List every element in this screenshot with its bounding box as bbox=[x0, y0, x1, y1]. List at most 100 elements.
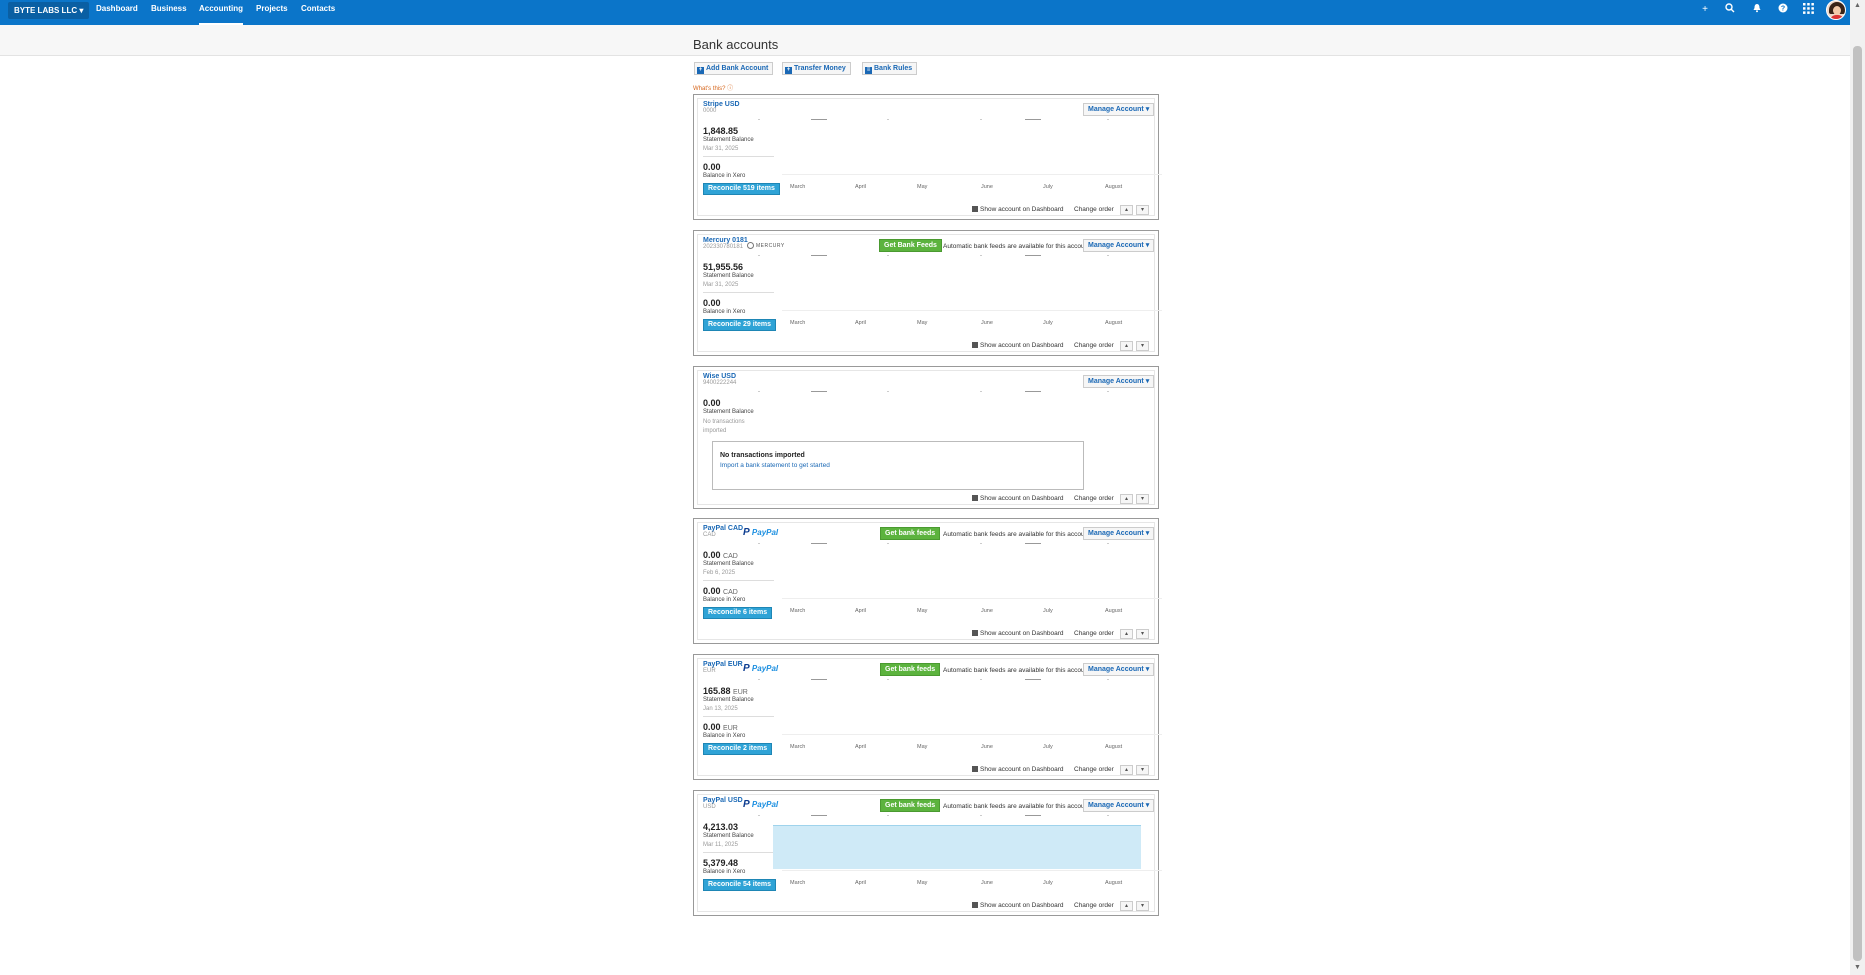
button-label: Manage Account bbox=[1088, 802, 1144, 809]
statement-balance-label: Statement Balance bbox=[703, 697, 754, 703]
button-label: Transfer Money bbox=[794, 65, 846, 72]
move-up-button[interactable]: ▴ bbox=[1120, 341, 1133, 351]
move-down-button[interactable]: ▾ bbox=[1136, 205, 1149, 215]
scroll-down-icon[interactable]: ▼ bbox=[1853, 963, 1862, 972]
manage-account-button[interactable]: Manage Account ▾ bbox=[1083, 527, 1155, 540]
plus-icon: + bbox=[697, 67, 704, 74]
currency-code: CAD bbox=[723, 553, 738, 560]
month-label: April bbox=[855, 744, 867, 750]
get-bank-feeds-button[interactable]: Get bank feeds bbox=[880, 663, 941, 676]
move-up-button[interactable]: ▴ bbox=[1120, 901, 1133, 911]
button-label: Manage Account bbox=[1088, 242, 1144, 249]
bell-icon[interactable] bbox=[1750, 3, 1764, 18]
account-name-link[interactable]: PayPal CAD bbox=[703, 525, 743, 532]
checkbox-checked-icon bbox=[972, 630, 978, 636]
account-number: CAD bbox=[703, 532, 716, 538]
balance-chart bbox=[758, 255, 1162, 311]
xero-balance-amount: 0.00 bbox=[703, 298, 721, 308]
statement-balance-label: Statement Balance bbox=[703, 561, 754, 567]
scrollbar-thumb[interactable] bbox=[1853, 46, 1862, 961]
manage-account-button[interactable]: Manage Account ▾ bbox=[1083, 799, 1155, 812]
account-name-link[interactable]: Wise USD bbox=[703, 373, 736, 380]
checkbox-label: Show account on Dashboard bbox=[980, 766, 1064, 773]
account-name-link[interactable]: Stripe USD bbox=[703, 101, 740, 108]
reconcile-button[interactable]: Reconcile 6 items bbox=[703, 607, 773, 619]
top-nav-bar: BYTE LABS LLC ▾ Dashboard Business Accou… bbox=[0, 0, 1850, 25]
scroll-up-icon[interactable]: ▲ bbox=[1853, 1, 1862, 10]
page-header-band bbox=[0, 25, 1850, 56]
nav-accounting[interactable]: Accounting bbox=[199, 0, 243, 25]
month-label: May bbox=[917, 184, 928, 190]
reconcile-button[interactable]: Reconcile 54 items bbox=[703, 879, 777, 891]
no-transactions-panel: No transactions imported Import a bank s… bbox=[712, 441, 1084, 490]
move-up-button[interactable]: ▴ bbox=[1120, 629, 1133, 639]
move-up-button[interactable]: ▴ bbox=[1120, 765, 1133, 775]
move-up-button[interactable]: ▴ bbox=[1120, 494, 1133, 504]
balance-area-fill bbox=[773, 825, 1141, 869]
month-label: May bbox=[917, 608, 928, 614]
month-label: July bbox=[1043, 320, 1053, 326]
search-icon[interactable] bbox=[1723, 3, 1737, 18]
mercury-mark-icon bbox=[747, 242, 754, 249]
organisation-switcher[interactable]: BYTE LABS LLC ▾ bbox=[8, 2, 90, 19]
bank-logo-text: PayPal bbox=[751, 528, 779, 537]
page-scrollbar[interactable]: ▲ ▼ bbox=[1850, 0, 1865, 975]
amount-value: 165.88 bbox=[703, 686, 731, 696]
mercury-logo: MERCURY bbox=[747, 242, 785, 249]
change-order-label: Change order bbox=[1074, 630, 1114, 637]
plus-icon: ≡ bbox=[865, 67, 872, 74]
show-on-dashboard-checkbox[interactable]: Show account on Dashboard bbox=[972, 902, 1063, 909]
apps-grid-icon[interactable] bbox=[1801, 3, 1815, 19]
avatar[interactable] bbox=[1826, 0, 1846, 20]
move-down-button[interactable]: ▾ bbox=[1136, 901, 1149, 911]
add-bank-account-button[interactable]: + Add Bank Account bbox=[694, 62, 774, 75]
show-on-dashboard-checkbox[interactable]: Show account on Dashboard bbox=[972, 206, 1063, 213]
move-down-button[interactable]: ▾ bbox=[1136, 629, 1149, 639]
move-down-button[interactable]: ▾ bbox=[1136, 341, 1149, 351]
transfer-money-button[interactable]: + Transfer Money bbox=[782, 62, 851, 75]
checkbox-checked-icon bbox=[972, 342, 978, 348]
import-statement-link[interactable]: Import a bank statement to get started bbox=[720, 462, 830, 469]
show-on-dashboard-checkbox[interactable]: Show account on Dashboard bbox=[972, 342, 1063, 349]
divider bbox=[703, 716, 774, 717]
nav-projects[interactable]: Projects bbox=[256, 0, 288, 25]
bank-feeds-note: Automatic bank feeds are available for t… bbox=[943, 243, 1091, 250]
move-down-button[interactable]: ▾ bbox=[1136, 494, 1149, 504]
change-order-label: Change order bbox=[1074, 766, 1114, 773]
account-name-link[interactable]: PayPal EUR bbox=[703, 661, 743, 668]
bank-account-card: PayPal EUR EUR P PayPal Get bank feeds A… bbox=[693, 654, 1162, 780]
statement-date: Feb 6, 2025 bbox=[703, 570, 736, 576]
reconcile-button[interactable]: Reconcile 29 items bbox=[703, 319, 777, 331]
paypal-logo: P PayPal bbox=[743, 663, 778, 674]
manage-account-button[interactable]: Manage Account ▾ bbox=[1083, 239, 1155, 252]
account-name-link[interactable]: Mercury 0181 bbox=[703, 237, 748, 244]
checkbox-label: Show account on Dashboard bbox=[980, 495, 1064, 502]
get-bank-feeds-button[interactable]: Get bank feeds bbox=[880, 527, 941, 540]
info-icon: ⓘ bbox=[727, 86, 734, 92]
statement-balance-label: Statement Balance bbox=[703, 833, 754, 839]
show-on-dashboard-checkbox[interactable]: Show account on Dashboard bbox=[972, 766, 1063, 773]
manage-account-button[interactable]: Manage Account ▾ bbox=[1083, 663, 1155, 676]
checkbox-checked-icon bbox=[972, 495, 978, 501]
get-bank-feeds-button[interactable]: Get Bank Feeds bbox=[879, 239, 942, 252]
account-name-link[interactable]: PayPal USD bbox=[703, 797, 743, 804]
currency-code: EUR bbox=[733, 689, 748, 696]
help-icon[interactable]: ? bbox=[1776, 3, 1790, 18]
nav-business[interactable]: Business bbox=[151, 0, 187, 25]
nav-contacts[interactable]: Contacts bbox=[301, 0, 335, 25]
reconcile-button[interactable]: Reconcile 2 items bbox=[703, 743, 773, 755]
checkbox-label: Show account on Dashboard bbox=[980, 902, 1064, 909]
manage-account-button[interactable]: Manage Account ▾ bbox=[1083, 103, 1155, 116]
whats-this-link[interactable]: What's this? ⓘ bbox=[693, 83, 733, 92]
manage-account-button[interactable]: Manage Account ▾ bbox=[1083, 375, 1155, 388]
balance-chart bbox=[758, 679, 1162, 735]
reconcile-button[interactable]: Reconcile 519 items bbox=[703, 183, 780, 195]
show-on-dashboard-checkbox[interactable]: Show account on Dashboard bbox=[972, 495, 1063, 502]
get-bank-feeds-button[interactable]: Get bank feeds bbox=[880, 799, 941, 812]
show-on-dashboard-checkbox[interactable]: Show account on Dashboard bbox=[972, 630, 1063, 637]
move-up-button[interactable]: ▴ bbox=[1120, 205, 1133, 215]
nav-dashboard[interactable]: Dashboard bbox=[96, 0, 138, 25]
bank-rules-button[interactable]: ≡ Bank Rules bbox=[862, 62, 918, 75]
move-down-button[interactable]: ▾ bbox=[1136, 765, 1149, 775]
plus-icon[interactable]: + bbox=[1698, 3, 1712, 17]
